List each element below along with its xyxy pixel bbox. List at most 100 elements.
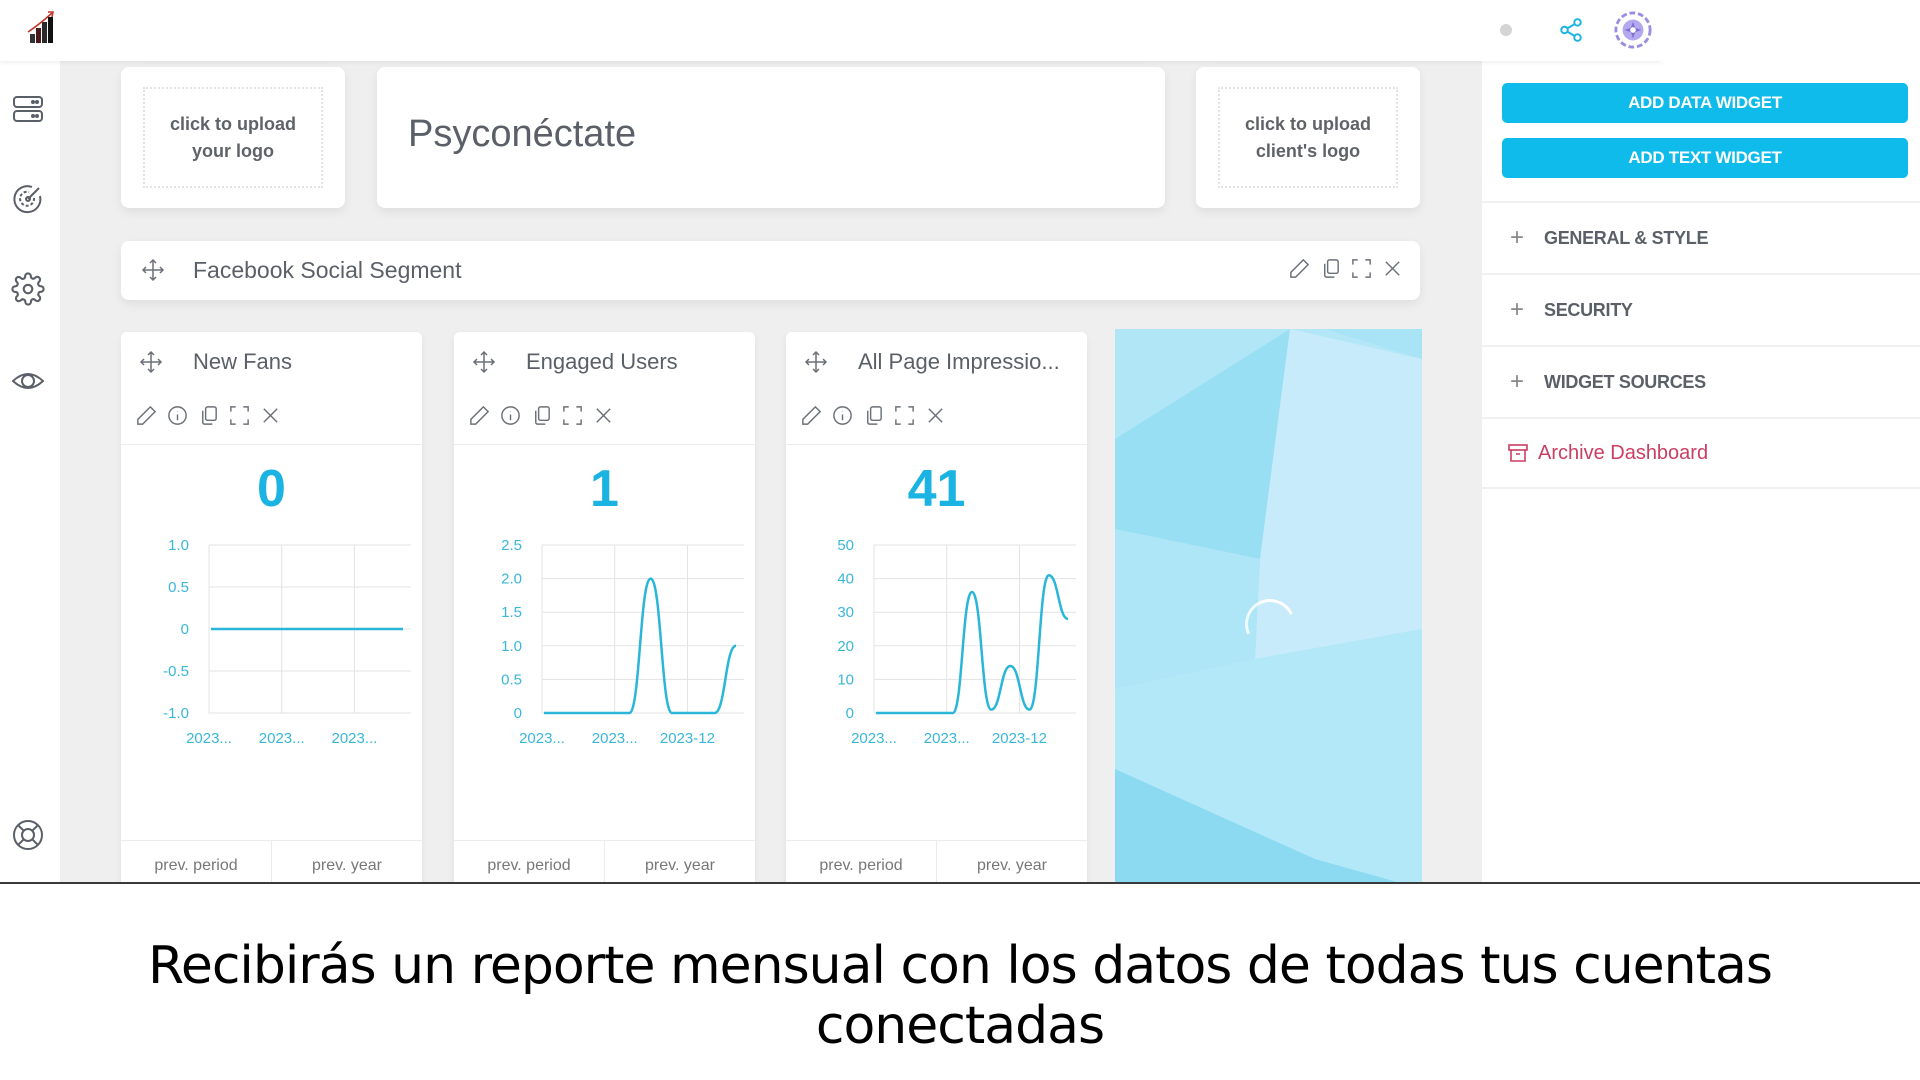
section-label: SECURITY [1544,299,1633,320]
copy-icon[interactable] [862,404,885,427]
upload-client-logo-button[interactable]: click to upload client's logo [1218,87,1398,188]
dashboard-title-card: Psyconéctate [377,67,1165,208]
section-label: WIDGET SOURCES [1544,371,1706,392]
widget-title: All Page Impressio... [858,349,1060,374]
gear-icon [11,272,45,306]
prev-period-tab[interactable]: prev. period [454,841,605,882]
x-tick-label: 2023... [851,730,897,747]
expand-icon[interactable] [228,404,251,427]
pencil-icon[interactable] [1288,257,1311,280]
section-label: GENERAL & STYLE [1544,227,1709,248]
y-tick-label: 10 [837,671,854,688]
series-line [876,573,1069,715]
widget-header: All Page Impressio... [786,332,1087,445]
widget-title: Engaged Users [526,349,678,374]
close-icon[interactable] [592,404,615,427]
y-tick-label: -1.0 [163,705,189,722]
upload-logo-card: click to upload your logo [121,67,345,208]
widget-footer: prev. period prev. year [454,840,755,882]
widget-value: 0 [257,460,286,518]
info-icon[interactable] [166,404,189,427]
close-icon[interactable] [259,404,282,427]
widget-actions [135,404,282,427]
prev-year-tab[interactable]: prev. year [605,841,755,882]
rail-item-preview[interactable] [10,363,46,399]
rail-item-data-sources[interactable] [10,91,46,127]
section-general-style[interactable]: + GENERAL & STYLE [1482,201,1920,273]
copy-icon[interactable] [1319,257,1342,280]
move-icon[interactable] [139,350,163,374]
section-security[interactable]: + SECURITY [1482,273,1920,345]
expand-icon[interactable] [561,404,584,427]
pencil-icon[interactable] [468,404,491,427]
top-bar-right [1662,0,1920,61]
dashboard-title[interactable]: Psyconéctate [408,113,636,156]
add-data-widget-button[interactable]: ADD DATA WIDGET [1502,83,1908,123]
plus-icon: + [1510,296,1525,323]
move-icon[interactable] [472,350,496,374]
widget-engaged-users: Engaged Users 1 2.5 2.0 1.5 1.0 0.5 0 2023... 2… [454,332,755,882]
settings-panel: ADD DATA WIDGET ADD TEXT WIDGET + GENERA… [1482,61,1920,882]
widget-actions [800,404,947,427]
eye-icon [11,373,45,389]
y-tick-label: 1.0 [501,638,522,655]
upload-client-logo-card: click to upload client's logo [1196,67,1420,208]
widget-footer: prev. period prev. year [121,840,422,882]
y-tick-label: 0 [514,705,522,722]
x-tick-label: 2023-12 [992,730,1047,747]
prev-year-tab[interactable]: prev. year [272,841,422,882]
avatar-icon[interactable] [1614,11,1652,49]
rail-item-settings[interactable] [10,271,46,307]
widget-page-impressions: All Page Impressio... 41 50 40 30 20 10 0 2023… [786,332,1087,882]
plus-icon: + [1510,368,1525,395]
expand-icon[interactable] [1350,257,1373,280]
info-icon[interactable] [499,404,522,427]
x-tick-label: 2023... [259,730,305,747]
left-rail [0,61,60,882]
y-tick-label: 30 [837,604,854,621]
segment-title: Facebook Social Segment [193,257,462,283]
widget-header: Engaged Users [454,332,755,445]
line-chart: 1.0 0.5 0 -0.5 -1.0 2023... 2023... 2023... [163,537,411,747]
prev-period-tab[interactable]: prev. period [121,841,272,882]
rail-item-help[interactable] [10,817,46,853]
move-icon[interactable] [141,258,165,282]
widget-new-fans: New Fans 0 1.0 0.5 0 -0.5 -1.0 2023... 2023...… [121,332,422,882]
rail-item-goals[interactable] [10,181,46,217]
y-tick-label: 2.5 [501,537,522,554]
info-icon[interactable] [831,404,854,427]
copy-icon[interactable] [530,404,553,427]
prev-year-tab[interactable]: prev. year [937,841,1087,882]
archive-dashboard-button[interactable]: Archive Dashboard [1482,417,1920,489]
add-text-widget-button[interactable]: ADD TEXT WIDGET [1502,138,1908,178]
dashboard-app: click to upload your logo Psyconéctate c… [0,0,1920,882]
caption: Recibirás un reporte mensual con los dat… [148,936,1773,1056]
line-chart: 50 40 30 20 10 0 2023... 2023... 2023-12 [837,537,1076,747]
close-icon[interactable] [1381,257,1404,280]
y-tick-label: 1.0 [168,537,189,554]
expand-icon[interactable] [893,404,916,427]
prev-period-tab[interactable]: prev. period [786,841,937,882]
y-tick-label: 40 [837,571,854,588]
widget-actions [468,404,615,427]
y-tick-label: 20 [837,638,854,655]
move-icon[interactable] [804,350,828,374]
section-widget-sources[interactable]: + WIDGET SOURCES [1482,345,1920,417]
widget-header: New Fans [121,332,422,445]
growth-chart-logo[interactable] [26,10,56,44]
copy-icon[interactable] [197,404,220,427]
widget-value: 41 [907,460,966,518]
widget-footer: prev. period prev. year [786,840,1087,882]
widget-value: 1 [590,460,619,518]
x-tick-label: 2023... [186,730,232,747]
pencil-icon[interactable] [135,404,158,427]
close-icon[interactable] [924,404,947,427]
y-tick-label: 50 [837,537,854,554]
upload-logo-button[interactable]: click to upload your logo [143,87,323,188]
widget-title: New Fans [193,349,293,374]
pencil-icon[interactable] [800,404,823,427]
share-icon[interactable] [1558,17,1584,43]
y-tick-label: 0 [846,705,854,722]
x-tick-label: 2023... [332,730,378,747]
archive-icon [1508,444,1528,462]
